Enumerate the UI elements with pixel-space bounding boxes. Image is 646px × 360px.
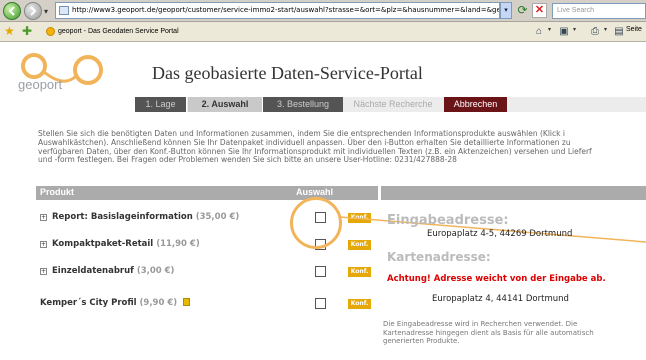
address-warning: Achtung! Adresse weicht von der Eingabe … — [387, 274, 606, 284]
input-address-heading: Eingabeadresse: — [387, 213, 509, 228]
annotation-line — [339, 216, 646, 243]
map-address-heading: Kartenadresse: — [387, 250, 491, 264]
screen: ▾ http://www3.geoport.de/geoport/custome… — [0, 0, 646, 360]
address-note: Die Eingabeadresse wird in Recherchen ve… — [383, 320, 594, 345]
input-address-value: Europaplatz 4-5, 44269 Dortmund — [427, 229, 573, 239]
map-address-value: Europaplatz 4, 44141 Dortmund — [432, 294, 569, 304]
